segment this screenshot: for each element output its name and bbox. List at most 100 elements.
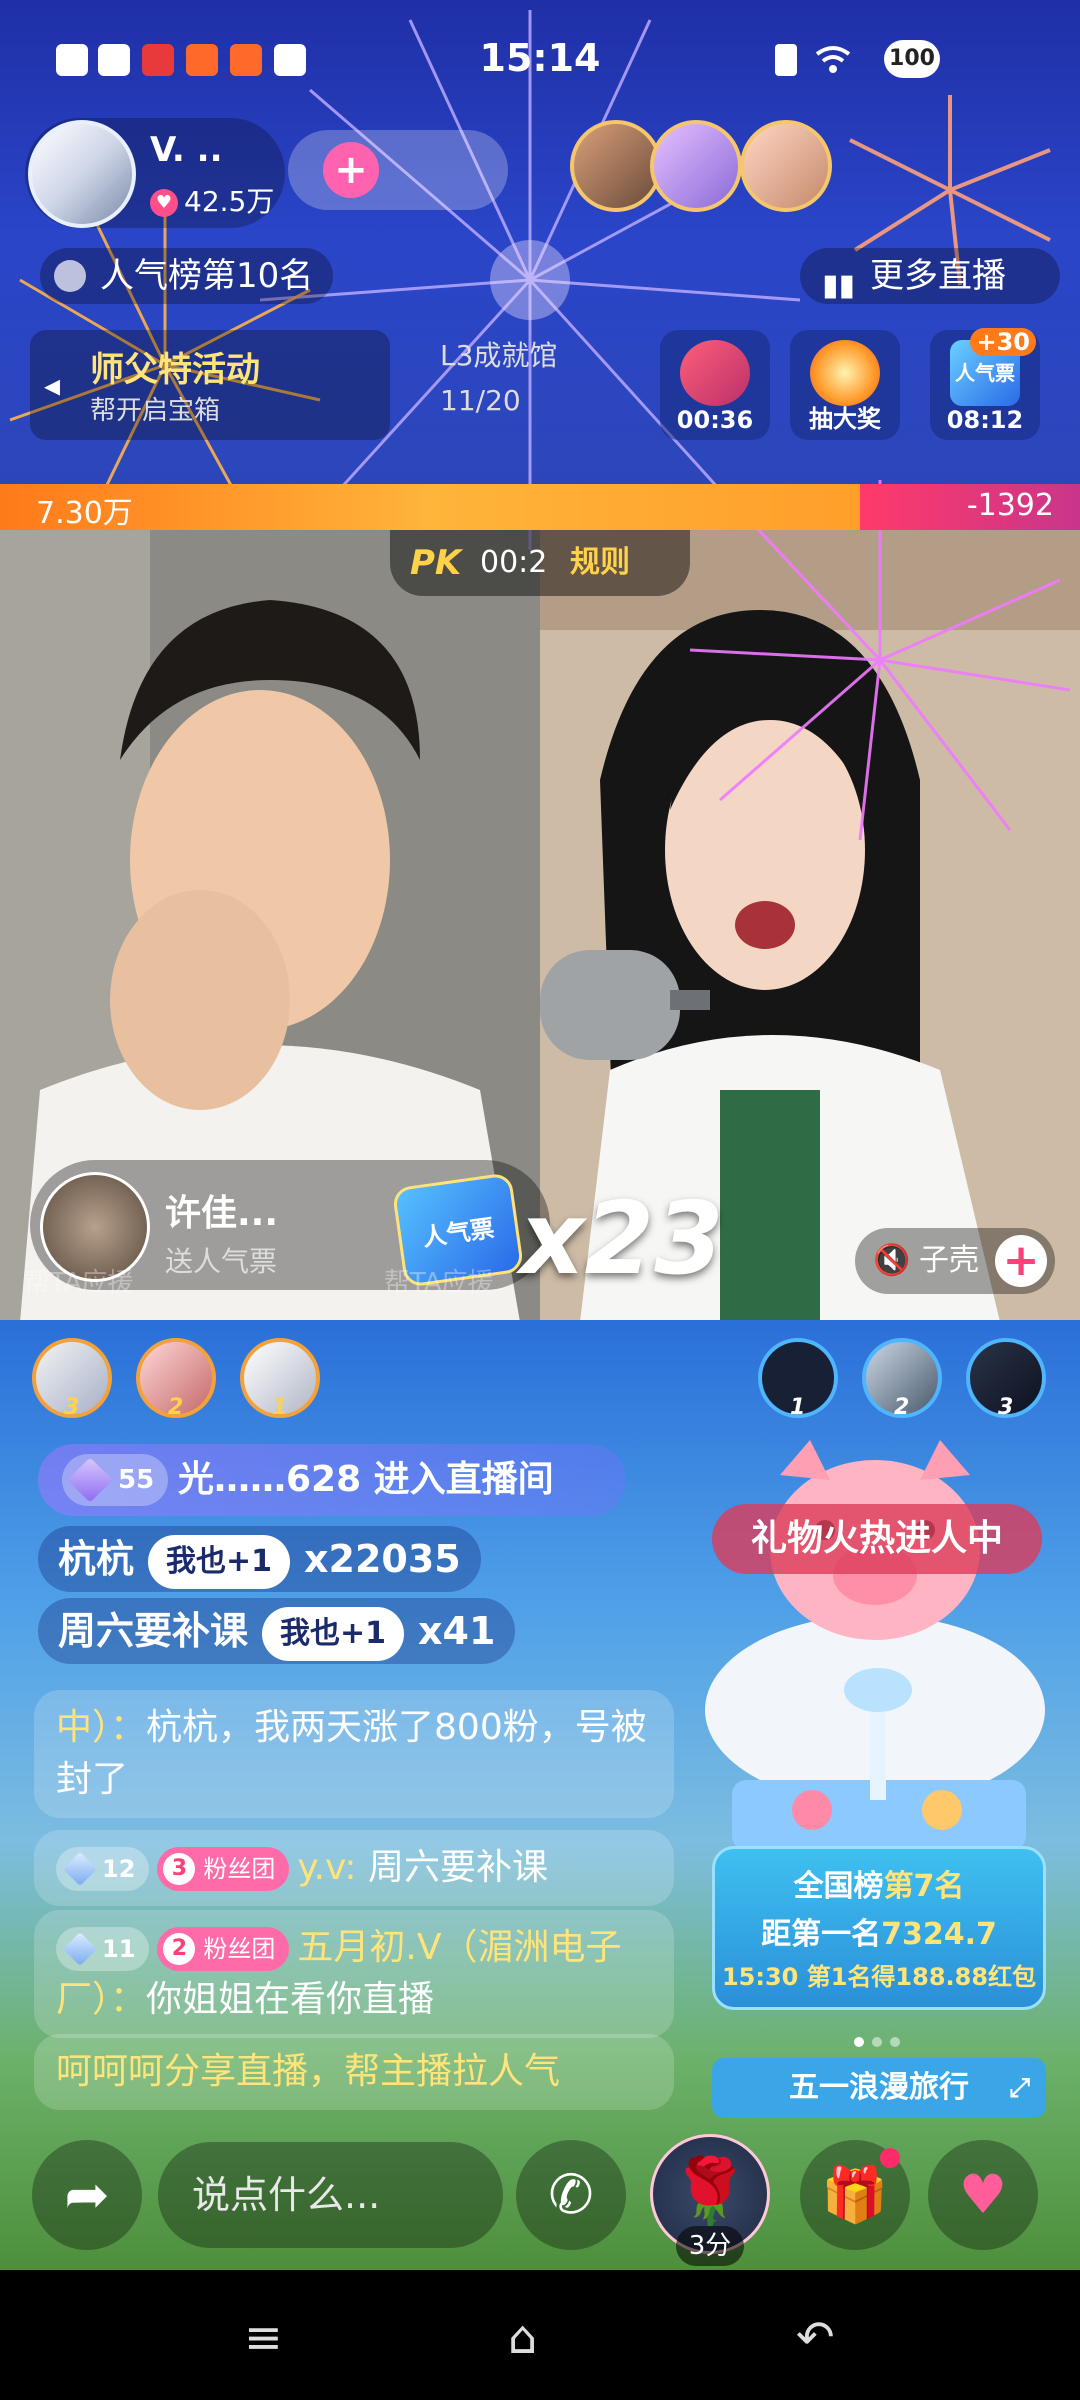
activity-banner[interactable]: ◂ 师父特活动 帮开启宝箱	[30, 330, 390, 440]
fan-label: 粉丝团	[203, 1855, 276, 1883]
rank-line-2: 距第一名7324.7	[715, 1909, 1043, 1953]
feature-ticket-label: 08:12	[946, 406, 1024, 434]
achievement-progress: 11/20	[440, 384, 521, 417]
carousel-dots	[850, 2032, 904, 2051]
feature-lottery[interactable]: 抽大奖	[790, 330, 900, 440]
gem-icon	[63, 1932, 97, 1966]
fan-level: 3	[163, 1853, 196, 1885]
host-avatar[interactable]	[28, 120, 136, 228]
gift-combo: x23	[520, 1180, 724, 1297]
me-too-button[interactable]: 我也+1	[148, 1534, 291, 1589]
level-badge: 55	[62, 1454, 169, 1506]
share-icon: ➦	[64, 2163, 110, 2226]
host-name: V. ..	[150, 130, 223, 170]
left-rank-avatar-1[interactable]: 1	[240, 1338, 320, 1420]
more-live-text: 更多直播	[870, 256, 1006, 296]
battery-indicator: 100	[884, 40, 940, 78]
pk-rules-link[interactable]: 规则	[570, 530, 630, 596]
chat-message-4[interactable]: 呵呵呵分享直播，帮主播拉人气	[34, 2034, 674, 2110]
rank-reward-line: 15:30 第1名得188.88红包	[721, 1963, 1037, 1991]
combo-count: x22035	[304, 1537, 461, 1581]
plus-30-badge: +30	[970, 328, 1036, 356]
pk-right-score: -1392	[966, 488, 1054, 523]
viewer-avatar-1[interactable]	[570, 120, 662, 212]
feature-timer-box[interactable]: 00:36	[660, 330, 770, 440]
level-number: 11	[102, 1935, 136, 1963]
rose-icon: 🌹	[670, 2155, 750, 2229]
timer-box-icon	[680, 340, 750, 406]
may-day-trip-button[interactable]: 五一浪漫旅行 ⤢	[712, 2058, 1046, 2118]
rank-number: 1	[272, 1395, 288, 1420]
mute-icon: 🔇	[873, 1243, 911, 1278]
chat-message-1[interactable]: 中）：杭杭，我两天涨了800粉，号被封了	[34, 1690, 674, 1818]
home-icon[interactable]: ⌂	[508, 2310, 537, 2364]
rank-line-1: 全国榜第7名	[715, 1861, 1043, 1905]
trip-label: 五一浪漫旅行	[789, 2070, 969, 2105]
me-too-button[interactable]: 我也+1	[262, 1606, 405, 1661]
phone-icon: ✆	[548, 2163, 594, 2226]
rank-number: 3	[64, 1395, 80, 1420]
gift-hot-banner[interactable]: 礼物火热进人中	[712, 1504, 1042, 1574]
heart-icon: ♥	[150, 189, 178, 217]
share-button[interactable]: ➦	[32, 2140, 142, 2250]
chat-message-3[interactable]: 11 2 粉丝团 五月初.V（湄洲电子厂）：你姐姐在看你直播	[34, 1910, 674, 2038]
viewer-avatar-2[interactable]	[650, 120, 742, 212]
tower-illustration	[732, 1668, 1026, 1850]
more-live-button[interactable]: ▮▮ 更多直播	[800, 248, 1060, 304]
gift-sender-name: 许佳...	[165, 1193, 279, 1234]
rose-timer: 3分	[676, 2226, 744, 2266]
fan-club-badge: 2 粉丝团	[157, 1927, 290, 1971]
enter-text: 光……628 进入直播间	[178, 1459, 554, 1500]
help-text-2: 帮TA应援	[384, 1268, 494, 1298]
feature-timer-label: 00:36	[676, 406, 754, 434]
menu-icon[interactable]: ≡	[244, 2310, 283, 2364]
vibrate-icon	[775, 44, 797, 76]
gap-label: 距第一名	[761, 1917, 882, 1952]
chat-user-name: y.v:	[297, 1847, 357, 1888]
chat-message-2[interactable]: 12 3 粉丝团 y.v: 周六要补课	[34, 1830, 674, 1906]
rank-number: 2	[168, 1395, 184, 1420]
pk-progress-bar: 7.30万 -1392	[0, 484, 1080, 531]
gem-icon	[67, 1457, 113, 1503]
combo-user-name: 周六要补课	[58, 1609, 249, 1653]
feature-popularity-ticket[interactable]: 人气票 +30 08:12	[930, 328, 1040, 440]
call-button[interactable]: ✆	[516, 2140, 626, 2250]
help-text-1: 帮TA应援	[24, 1268, 134, 1298]
level-badge: 12	[56, 1847, 150, 1891]
chat-text: 周六要补课	[367, 1847, 548, 1888]
combo-count: x41	[418, 1609, 496, 1653]
comment-input[interactable]: 说点什么...	[158, 2142, 503, 2248]
level-number: 55	[118, 1465, 155, 1495]
feature-lottery-label: 抽大奖	[809, 405, 881, 433]
popularity-rank-pill[interactable]: 人气榜第10名	[40, 248, 334, 304]
gift-notification-dot	[880, 2148, 900, 2168]
gem-icon	[63, 1852, 97, 1886]
plus-icon: +	[323, 142, 379, 198]
national-rank-card[interactable]: 全国榜第7名 距第一名7324.7 15:30 第1名得188.88红包	[712, 1846, 1046, 2010]
viewer-avatar-3[interactable]	[740, 120, 832, 212]
enter-room-notice: 55 光……628 进入直播间	[38, 1444, 626, 1516]
chat-text: 你姐姐在看你直播	[146, 1979, 435, 2020]
fan-club-badge: 3 粉丝团	[157, 1847, 290, 1891]
pk-time: 00:2	[480, 545, 548, 580]
chat-user-name: 中）：	[56, 1707, 147, 1748]
activity-title: 师父特活动	[90, 350, 260, 390]
achievement-title[interactable]: L3成就馆	[440, 334, 557, 374]
like-button[interactable]: ♥	[928, 2140, 1038, 2250]
host-likes: ♥ 42.5万	[150, 180, 274, 220]
activity-subtitle: 帮开启宝箱	[90, 396, 221, 426]
pk-timer: PK 00:2 规则	[390, 530, 690, 596]
follow-button[interactable]: +	[288, 130, 508, 210]
back-icon[interactable]: ↶	[796, 2310, 835, 2364]
national-rank-label: 全国榜	[793, 1869, 884, 1904]
left-rank-avatar-3[interactable]: 3	[32, 1338, 112, 1420]
left-rank-avatar-2[interactable]: 2	[136, 1338, 216, 1420]
pk-left-score: 7.30万	[36, 496, 133, 531]
chat-text: 呵呵呵分享直播，帮主播拉人气	[56, 2051, 561, 2092]
gift-icon: 🎁	[821, 2163, 889, 2226]
system-navbar	[0, 2270, 1080, 2400]
pk-logo: PK	[410, 543, 462, 583]
wifi-icon	[815, 44, 851, 76]
opponent-host-pill[interactable]: 🔇 子壳 +	[855, 1228, 1055, 1294]
follow-opponent-button[interactable]: +	[995, 1235, 1047, 1287]
